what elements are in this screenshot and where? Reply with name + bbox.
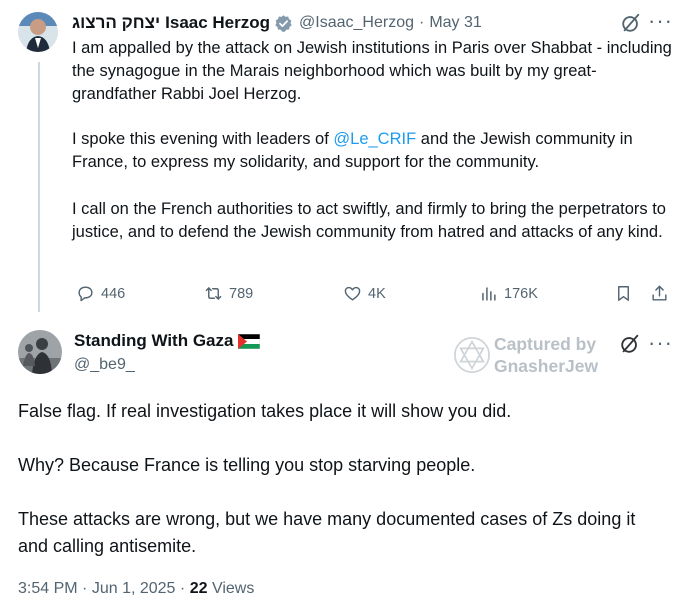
avatar-standing-with-gaza[interactable] — [18, 330, 62, 374]
views-count: 22 — [189, 580, 208, 597]
tweet1-paragraph-1: I am appalled by the attack on Jewish in… — [72, 39, 672, 103]
tweet-date[interactable]: May 31 — [429, 14, 481, 32]
tweet1-paragraph-3: I call on the French authorities to act … — [72, 200, 666, 241]
repost-icon — [204, 284, 223, 303]
more-icon[interactable]: ··· — [648, 332, 673, 354]
tweet2-line-3: These attacks are wrong, but we have man… — [18, 509, 636, 556]
author-name[interactable]: Isaac Herzog — [165, 13, 270, 33]
tweet-time[interactable]: 3:54 PM — [18, 580, 78, 597]
tweet2-meta: 3:54 PM · Jun 1, 2025 · 22 Views — [18, 580, 254, 598]
reply-icon — [76, 284, 95, 303]
tweet2-line-1: False flag. If real investigation takes … — [18, 401, 512, 421]
repost-count: 789 — [229, 285, 254, 302]
author-handle[interactable]: @_be9_ — [74, 356, 135, 374]
views-label: Views — [211, 580, 255, 597]
share-button[interactable] — [650, 284, 669, 303]
more-icon[interactable]: ··· — [648, 10, 673, 32]
tweet2-line-2: Why? Because France is telling you stop … — [18, 455, 476, 475]
meta-separator: · — [179, 580, 186, 597]
avatar-herzog[interactable] — [18, 12, 58, 52]
grok-slash-icon[interactable] — [619, 333, 641, 360]
author-name[interactable]: Standing With Gaza — [74, 331, 233, 351]
views-button[interactable]: 176K — [479, 284, 538, 303]
views-count: 176K — [504, 285, 538, 302]
author-handle[interactable]: @Isaac_Herzog — [299, 14, 414, 32]
star-of-david-icon — [453, 336, 491, 379]
views-icon — [479, 284, 498, 303]
reply-button[interactable]: 446 — [76, 284, 125, 303]
repost-button[interactable]: 789 — [204, 284, 253, 303]
thread-line — [38, 62, 40, 312]
meta-separator: · — [82, 580, 88, 597]
like-count: 4K — [368, 285, 386, 302]
share-icon — [650, 284, 669, 303]
author-name-hebrew[interactable]: יצחק הרצוג — [72, 13, 160, 33]
watermark-line-1: Captured by — [494, 334, 597, 354]
like-icon — [343, 284, 362, 303]
watermark-line-2: GnasherJew — [494, 356, 599, 376]
date-separator: · — [419, 14, 425, 31]
tweet1-p2-before: I spoke this evening with leaders of — [72, 130, 334, 148]
grok-slash-icon[interactable] — [620, 12, 642, 39]
bookmark-button[interactable] — [614, 284, 633, 303]
tweet1-paragraph-2: I spoke this evening with leaders of @Le… — [72, 128, 672, 174]
reply-count: 446 — [101, 285, 126, 302]
tweet2-header: Standing With Gaza — [74, 331, 261, 351]
mention-link[interactable]: @Le_CRIF — [333, 130, 416, 148]
tweet1-header: יצחק הרצוג Isaac Herzog @Isaac_Herzog · … — [72, 11, 482, 35]
verified-badge-icon — [274, 14, 293, 33]
like-button[interactable]: 4K — [343, 284, 386, 303]
tweet-date[interactable]: Jun 1, 2025 — [92, 580, 176, 597]
bookmark-icon — [614, 284, 633, 303]
palestine-flag-icon — [238, 333, 261, 349]
